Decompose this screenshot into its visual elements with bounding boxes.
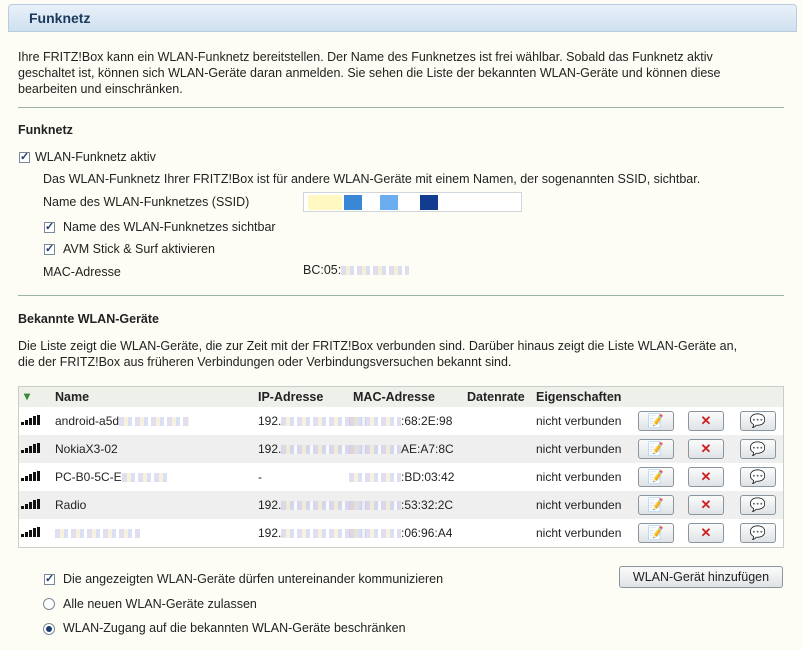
- page-header: Funknetz: [8, 4, 797, 32]
- device-mac: :06:96:A4: [349, 526, 452, 540]
- delete-icon: ✕: [700, 469, 712, 484]
- info-button[interactable]: 💬: [740, 523, 776, 543]
- allow-all-radio[interactable]: [43, 598, 55, 610]
- col-name[interactable]: Name: [55, 390, 89, 404]
- table-header: ▾ Name IP-Adresse MAC-Adresse Datenrate …: [19, 387, 783, 407]
- intro-line-1: Ihre FRITZ!Box kann ein WLAN-Funknetz be…: [18, 50, 713, 64]
- device-mac: :68:2E:98: [349, 414, 452, 428]
- section-heading-devices: Bekannte WLAN-Geräte: [18, 312, 159, 326]
- signal-icon: [21, 527, 45, 537]
- info-button[interactable]: 💬: [740, 467, 776, 487]
- device-props: nicht verbunden: [536, 526, 622, 540]
- device-mac: :53:32:2C: [349, 498, 453, 512]
- table-row: NokiaX3-02 192. AE:A7:8C nicht verbunden…: [19, 435, 783, 463]
- ssid-visible-checkbox[interactable]: [44, 220, 55, 233]
- ssid-visible-label: Name des WLAN-Funknetzes sichtbar: [63, 220, 276, 234]
- intro-line-2: geschaltet ist, können sich WLAN-Geräte …: [18, 66, 721, 80]
- edit-icon: 📝: [647, 441, 665, 456]
- delete-icon: ✕: [700, 497, 712, 512]
- device-mac: :BD:03:42: [349, 470, 454, 484]
- signal-icon: [21, 499, 45, 509]
- stick-surf-checkbox[interactable]: [44, 242, 55, 255]
- message-icon: 💬: [749, 497, 767, 512]
- device-name[interactable]: android-a5d: [55, 414, 190, 428]
- wlan-active-checkbox[interactable]: [19, 150, 30, 163]
- edit-icon: 📝: [647, 497, 665, 512]
- restrict-label: WLAN-Zugang auf die bekannten WLAN-Gerät…: [63, 621, 406, 635]
- stick-surf-label: AVM Stick & Surf aktivieren: [63, 242, 215, 256]
- edit-button[interactable]: 📝: [638, 495, 674, 515]
- device-props: nicht verbunden: [536, 498, 622, 512]
- device-props: nicht verbunden: [536, 442, 622, 456]
- message-icon: 💬: [749, 469, 767, 484]
- ssid-label: Name des WLAN-Funknetzes (SSID): [43, 195, 250, 209]
- edit-button[interactable]: 📝: [638, 411, 674, 431]
- delete-button[interactable]: ✕: [688, 439, 724, 459]
- col-props[interactable]: Eigenschaften: [536, 390, 621, 404]
- delete-button[interactable]: ✕: [688, 523, 724, 543]
- table-row: 192. :06:96:A4 nicht verbunden 📝 ✕ 💬: [19, 519, 783, 547]
- edit-button[interactable]: 📝: [638, 523, 674, 543]
- table-row: Radio 192. :53:32:2C nicht verbunden 📝 ✕…: [19, 491, 783, 519]
- communicate-checkbox[interactable]: [44, 572, 55, 585]
- delete-icon: ✕: [700, 525, 712, 540]
- message-icon: 💬: [749, 525, 767, 540]
- signal-icon: [21, 471, 45, 481]
- restrict-radio[interactable]: [43, 623, 55, 635]
- table-row: android-a5d 192. :68:2E:98 nicht verbund…: [19, 407, 783, 435]
- table-row: PC-B0-5C-E - :BD:03:42 nicht verbunden 📝…: [19, 463, 783, 491]
- ssid-info-text: Das WLAN-Funknetz Ihrer FRITZ!Box ist fü…: [43, 172, 701, 186]
- device-name[interactable]: Radio: [55, 498, 86, 512]
- device-name[interactable]: [55, 526, 140, 540]
- intro-line-3: bearbeiten und einschränken.: [18, 82, 183, 96]
- devices-intro-1: Die Liste zeigt die WLAN-Geräte, die zur…: [18, 339, 738, 353]
- device-props: nicht verbunden: [536, 470, 622, 484]
- device-table: ▾ Name IP-Adresse MAC-Adresse Datenrate …: [18, 386, 784, 548]
- edit-button[interactable]: 📝: [638, 439, 674, 459]
- mac-value: BC:05:: [303, 263, 410, 277]
- info-button[interactable]: 💬: [740, 411, 776, 431]
- col-ip[interactable]: IP-Adresse: [258, 390, 323, 404]
- delete-button[interactable]: ✕: [688, 411, 724, 431]
- info-button[interactable]: 💬: [740, 439, 776, 459]
- device-props: nicht verbunden: [536, 414, 622, 428]
- wlan-active-label: WLAN-Funknetz aktiv: [35, 150, 156, 164]
- divider: [18, 295, 784, 296]
- devices-intro-2: die der FRITZ!Box aus früheren Verbindun…: [18, 355, 512, 369]
- delete-icon: ✕: [700, 441, 712, 456]
- signal-icon: [21, 415, 45, 425]
- section-heading-funknetz: Funknetz: [18, 123, 73, 137]
- delete-button[interactable]: ✕: [688, 495, 724, 515]
- edit-icon: 📝: [647, 413, 665, 428]
- col-mac[interactable]: MAC-Adresse: [353, 390, 435, 404]
- ssid-input[interactable]: [303, 192, 522, 212]
- signal-icon: [21, 443, 45, 453]
- delete-icon: ✕: [700, 413, 712, 428]
- allow-all-label: Alle neuen WLAN-Geräte zulassen: [63, 597, 257, 611]
- message-icon: 💬: [749, 413, 767, 428]
- device-name[interactable]: PC-B0-5C-E: [55, 470, 167, 484]
- edit-button[interactable]: 📝: [638, 467, 674, 487]
- divider: [18, 107, 784, 108]
- message-icon: 💬: [749, 441, 767, 456]
- filter-icon[interactable]: ▾: [24, 389, 30, 403]
- info-button[interactable]: 💬: [740, 495, 776, 515]
- device-ip: -: [258, 470, 262, 484]
- add-device-button[interactable]: WLAN-Gerät hinzufügen: [619, 566, 783, 588]
- communicate-label: Die angezeigten WLAN-Geräte dürfen unter…: [63, 572, 444, 586]
- mac-label: MAC-Adresse: [43, 265, 121, 279]
- device-name[interactable]: NokiaX3-02: [55, 442, 118, 456]
- device-mac: AE:A7:8C: [349, 442, 454, 456]
- page-title: Funknetz: [29, 10, 91, 26]
- edit-icon: 📝: [647, 525, 665, 540]
- edit-icon: 📝: [647, 469, 665, 484]
- col-rate[interactable]: Datenrate: [467, 390, 525, 404]
- delete-button[interactable]: ✕: [688, 467, 724, 487]
